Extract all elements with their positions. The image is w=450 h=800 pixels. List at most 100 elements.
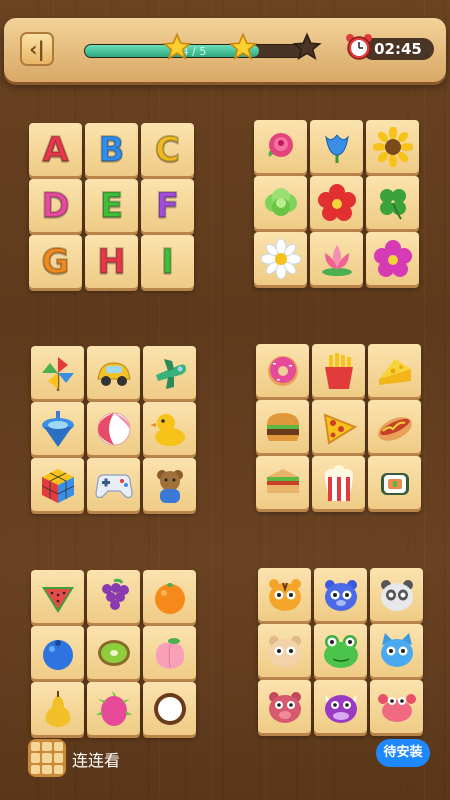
food-tile[interactable] xyxy=(368,456,421,509)
animal-tile[interactable] xyxy=(258,680,311,733)
progress-text: 4 / 5 xyxy=(181,45,207,58)
fruit-tile[interactable] xyxy=(31,626,84,679)
top-bar: ‹| 4 / 5 02:45 xyxy=(4,18,446,82)
lotus-icon xyxy=(321,244,352,276)
pig-icon xyxy=(268,691,301,723)
food-tile[interactable] xyxy=(256,344,309,397)
hamster-icon xyxy=(268,635,301,667)
alarm-clock-icon xyxy=(346,34,372,60)
bear-icon xyxy=(324,579,357,611)
rubiks-cube-icon xyxy=(41,468,74,503)
animal-tile[interactable] xyxy=(258,624,311,677)
fruit-tile[interactable] xyxy=(87,626,140,679)
dragonfruit-icon xyxy=(95,690,132,726)
orange-icon xyxy=(154,582,185,614)
app-name: 连连看 xyxy=(72,751,121,770)
toy-plane-icon xyxy=(155,358,186,389)
flower-tile[interactable] xyxy=(366,232,419,285)
fruit-tile[interactable] xyxy=(31,570,84,623)
toy-tile[interactable] xyxy=(31,346,84,399)
bottom-bar: 连连看 待安装 xyxy=(0,735,450,785)
fruit-tile[interactable] xyxy=(143,682,196,735)
toy-tile[interactable] xyxy=(31,458,84,511)
animal-tile[interactable] xyxy=(370,680,423,733)
letter-i: I xyxy=(160,241,175,283)
donut-icon xyxy=(267,355,298,386)
food-tile[interactable] xyxy=(368,400,421,453)
hotdog-icon xyxy=(377,416,412,441)
rose-icon xyxy=(268,132,293,157)
burger-icon xyxy=(266,412,299,441)
letter-tile[interactable]: B xyxy=(85,123,138,176)
fries-icon xyxy=(324,352,353,389)
food-tile[interactable] xyxy=(312,400,365,453)
animal-tile-group xyxy=(258,568,423,733)
animal-tile[interactable] xyxy=(258,568,311,621)
flower-tile[interactable] xyxy=(310,120,363,173)
letter-tile[interactable]: C xyxy=(141,123,194,176)
flower-tile[interactable] xyxy=(254,232,307,285)
flower-tile[interactable] xyxy=(310,176,363,229)
fruit-tile-group xyxy=(31,570,196,735)
food-tile[interactable] xyxy=(256,400,309,453)
frog-icon xyxy=(323,634,358,668)
fruit-tile[interactable] xyxy=(143,626,196,679)
toy-tile[interactable] xyxy=(87,346,140,399)
letter-g: G xyxy=(41,241,71,283)
letter-h: H xyxy=(96,241,127,283)
letter-tile[interactable]: D xyxy=(29,179,82,232)
fruit-tile[interactable] xyxy=(87,682,140,735)
letter-tile[interactable]: E xyxy=(85,179,138,232)
cat-icon xyxy=(380,632,413,667)
peach-icon xyxy=(155,637,184,669)
flower-tile[interactable] xyxy=(254,176,307,229)
fruit-tile[interactable] xyxy=(87,570,140,623)
app-logo[interactable] xyxy=(28,739,66,777)
letter-c: C xyxy=(154,129,181,171)
pizza-icon xyxy=(323,412,357,445)
gamepad-icon xyxy=(94,473,133,498)
animal-tile[interactable] xyxy=(370,624,423,677)
toy-tile[interactable] xyxy=(87,458,140,511)
letter-a: A xyxy=(41,129,69,171)
blueberry-icon xyxy=(42,639,73,670)
flower-tile-group xyxy=(254,120,419,285)
food-tile[interactable] xyxy=(312,456,365,509)
cheese-icon xyxy=(378,358,411,385)
letter-tile[interactable]: I xyxy=(141,235,194,288)
toy-tile[interactable] xyxy=(87,402,140,455)
toy-tile[interactable] xyxy=(143,402,196,455)
animal-tile[interactable] xyxy=(314,680,367,733)
toy-tile[interactable] xyxy=(143,346,196,399)
install-button[interactable]: 待安装 xyxy=(376,739,430,767)
tiger-icon xyxy=(268,578,301,611)
flower-tile[interactable] xyxy=(366,120,419,173)
pinwheel-icon xyxy=(41,356,74,391)
cabbage-icon xyxy=(264,187,297,216)
beach-ball-icon xyxy=(97,412,130,445)
letter-tile[interactable]: F xyxy=(141,179,194,232)
letter-d: D xyxy=(40,185,70,227)
food-tile[interactable] xyxy=(256,456,309,509)
animal-tile[interactable] xyxy=(314,568,367,621)
food-tile[interactable] xyxy=(312,344,365,397)
animal-tile[interactable] xyxy=(370,568,423,621)
star-icon-earned xyxy=(162,32,192,61)
daisy-icon xyxy=(260,238,301,279)
red-flower-icon xyxy=(317,183,356,221)
flower-tile[interactable] xyxy=(254,120,307,173)
flower-tile[interactable] xyxy=(310,232,363,285)
flower-tile[interactable] xyxy=(366,176,419,229)
panda-icon xyxy=(380,579,413,611)
letter-tile[interactable]: A xyxy=(29,123,82,176)
fruit-tile[interactable] xyxy=(31,682,84,735)
letter-tile[interactable]: G xyxy=(29,235,82,288)
toy-tile[interactable] xyxy=(31,402,84,455)
back-button[interactable]: ‹| xyxy=(20,32,54,66)
food-tile[interactable] xyxy=(368,344,421,397)
fruit-tile[interactable] xyxy=(143,570,196,623)
letter-tile[interactable]: H xyxy=(85,235,138,288)
animal-tile[interactable] xyxy=(314,624,367,677)
popcorn-icon xyxy=(324,464,353,501)
toy-tile[interactable] xyxy=(143,458,196,511)
